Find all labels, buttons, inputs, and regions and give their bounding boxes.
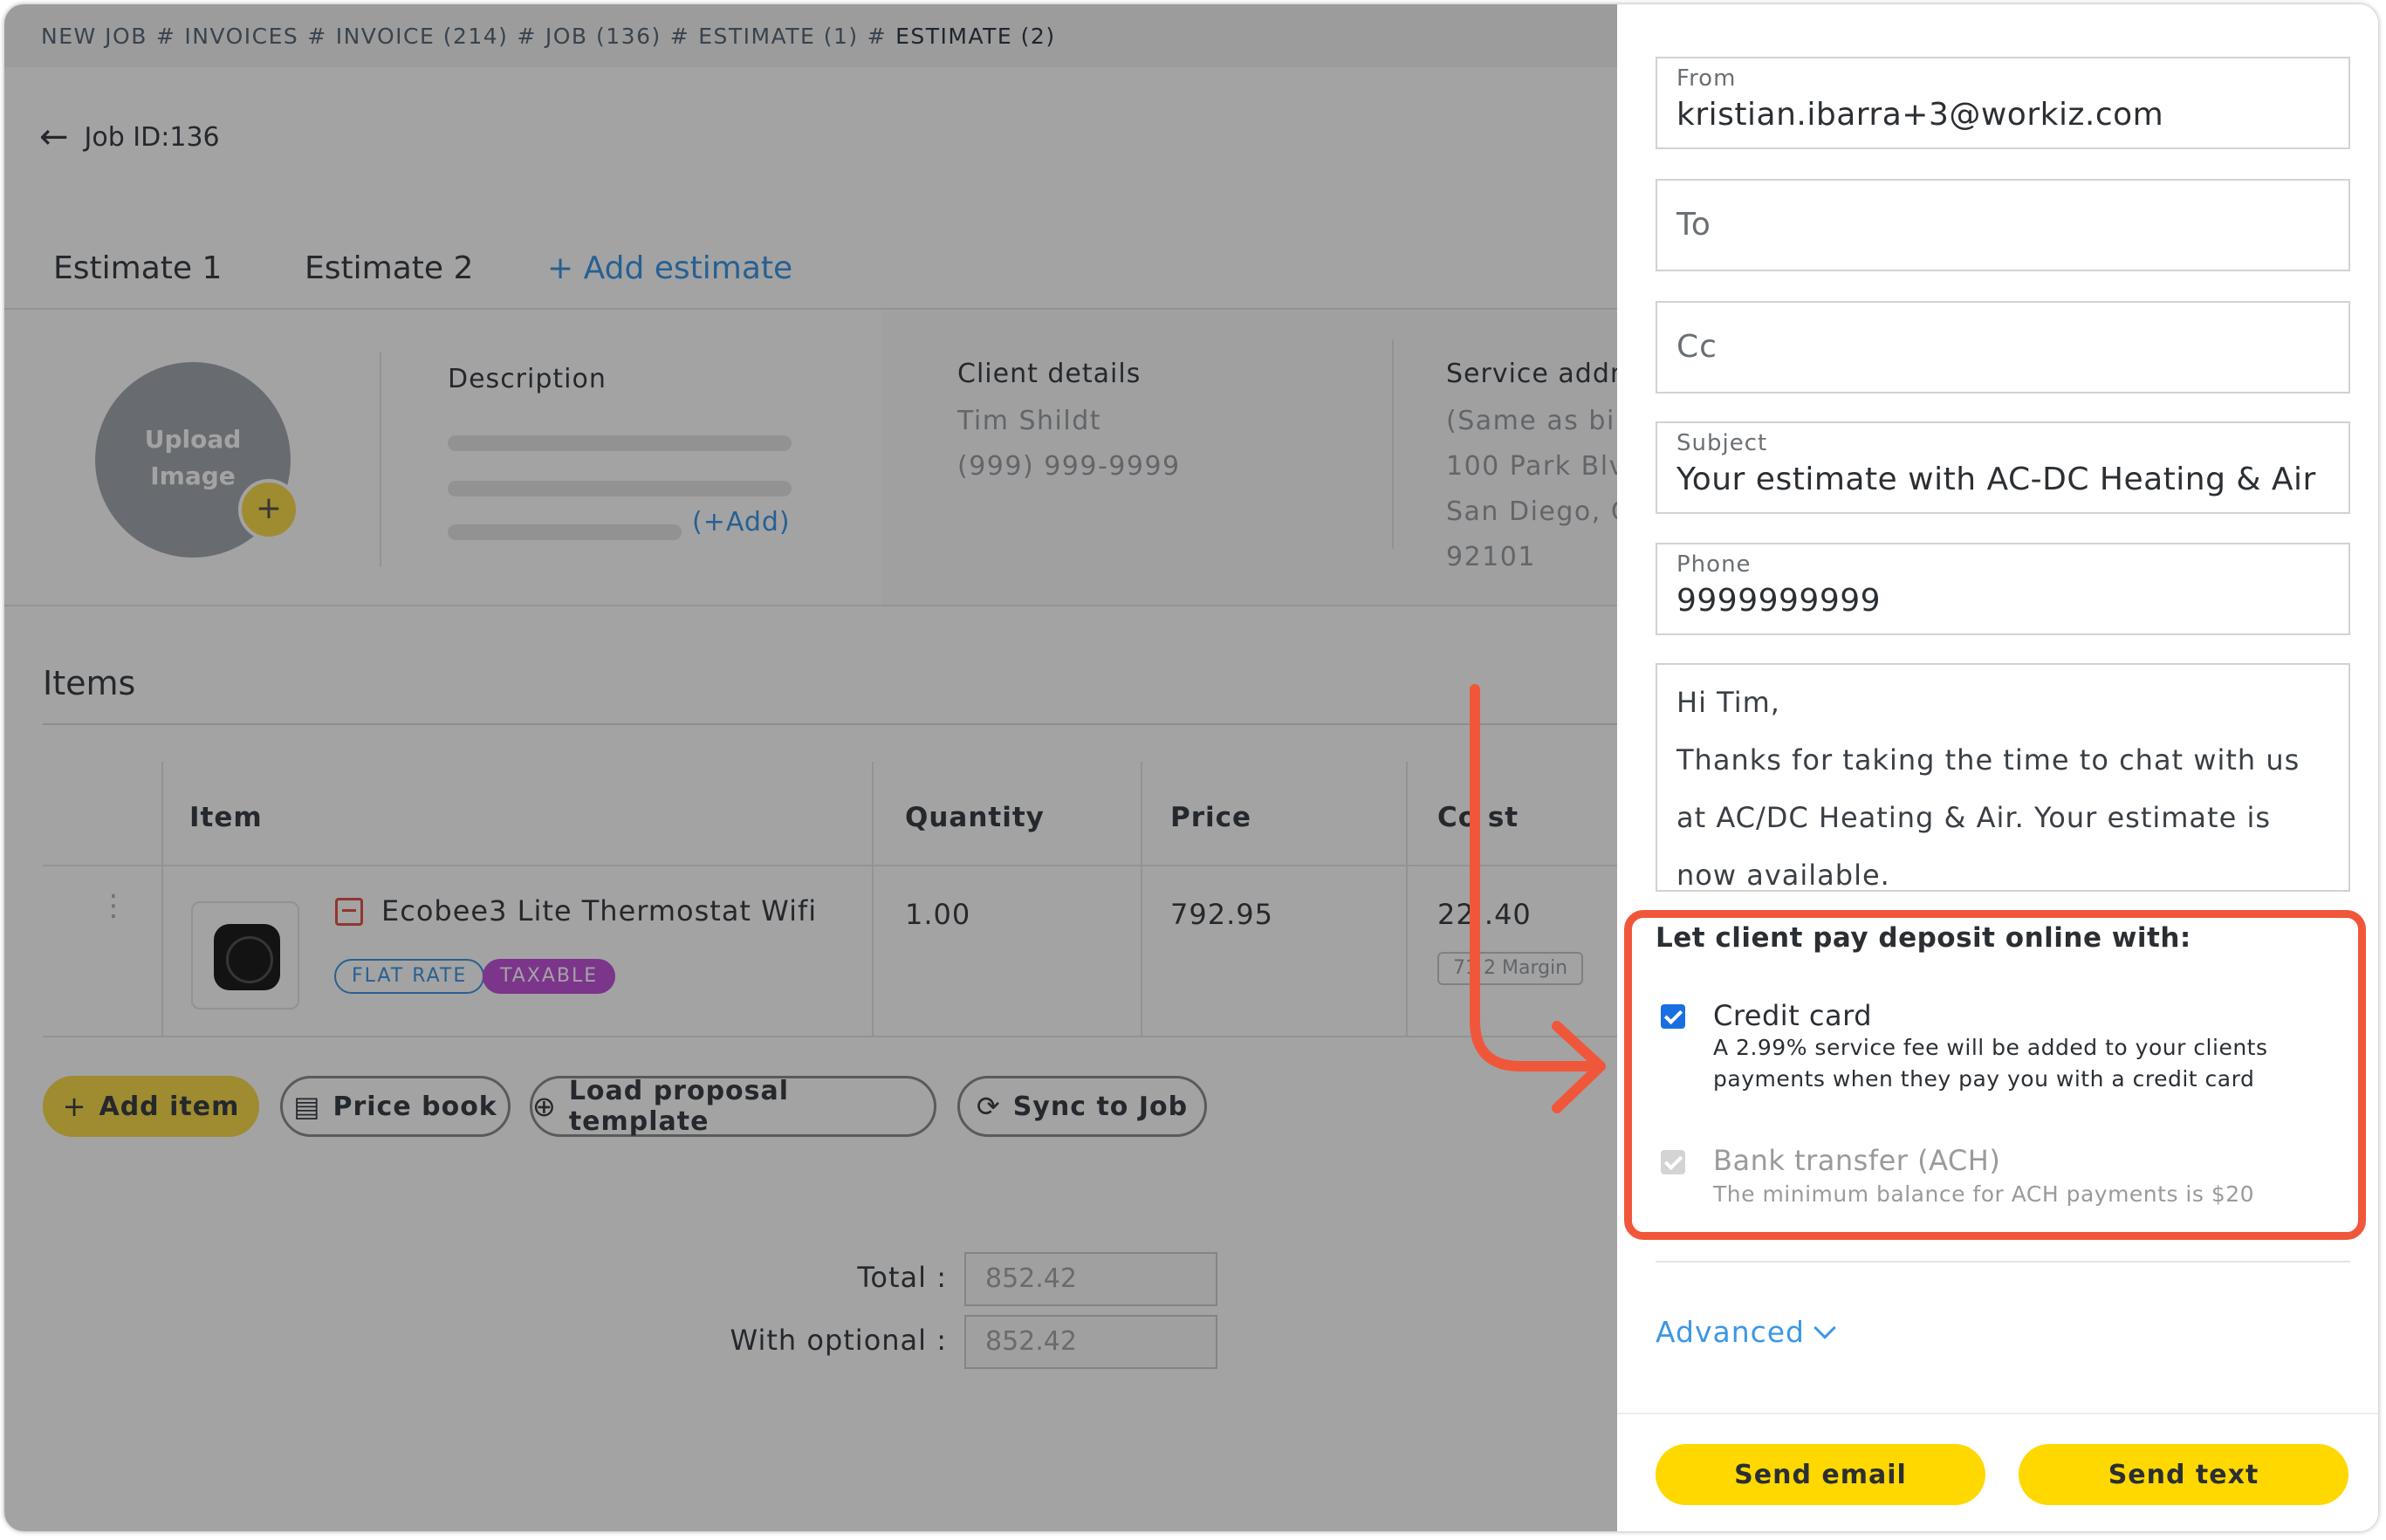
phone-field[interactable]: Phone 9999999999 bbox=[1656, 543, 2350, 635]
to-placeholder: To bbox=[1676, 207, 1711, 243]
message-greeting: Hi Tim, bbox=[1676, 686, 1780, 719]
ach-label: Bank transfer (ACH) bbox=[1713, 1144, 2001, 1177]
to-field[interactable]: To bbox=[1656, 179, 2350, 271]
from-label: From bbox=[1676, 65, 1737, 92]
credit-card-checkbox[interactable] bbox=[1661, 1004, 1685, 1029]
ach-description: The minimum balance for ACH payments is … bbox=[1713, 1181, 2255, 1207]
credit-card-description: A 2.99% service fee will be added to you… bbox=[1713, 1035, 2268, 1092]
modal-backdrop[interactable] bbox=[4, 4, 1617, 1531]
subject-field[interactable]: Subject Your estimate with AC-DC Heating… bbox=[1656, 421, 2350, 514]
panel-footer: Send email Send text bbox=[1617, 1413, 2378, 1531]
cc-placeholder: Cc bbox=[1676, 329, 1718, 365]
from-value: kristian.ibarra+3@workiz.com bbox=[1676, 97, 2164, 133]
app-frame: NEW JOB # INVOICES # INVOICE (214) # JOB (136)… bbox=[4, 4, 2378, 1531]
phone-label: Phone bbox=[1676, 551, 1752, 578]
chevron-down-icon bbox=[1813, 1316, 1836, 1339]
credit-card-label[interactable]: Credit card bbox=[1713, 999, 1872, 1032]
send-text-button[interactable]: Send text bbox=[2019, 1444, 2348, 1505]
advanced-toggle[interactable]: Advanced bbox=[1656, 1315, 1836, 1349]
from-field[interactable]: From kristian.ibarra+3@workiz.com bbox=[1656, 57, 2350, 149]
subject-label: Subject bbox=[1676, 430, 1768, 456]
send-estimate-panel: From kristian.ibarra+3@workiz.com To Cc … bbox=[1617, 4, 2378, 1531]
deposit-heading: Let client pay deposit online with: bbox=[1656, 922, 2191, 954]
send-email-button[interactable]: Send email bbox=[1656, 1444, 1985, 1505]
estimate-page: NEW JOB # INVOICES # INVOICE (214) # JOB (136)… bbox=[4, 4, 1617, 1531]
advanced-label: Advanced bbox=[1656, 1315, 1806, 1349]
phone-value: 9999999999 bbox=[1676, 583, 1882, 619]
subject-value: Your estimate with AC-DC Heating & Air bbox=[1676, 462, 2316, 497]
message-textarea[interactable]: Hi Tim, Thanks for taking the time to ch… bbox=[1656, 663, 2350, 892]
cc-field[interactable]: Cc bbox=[1656, 301, 2350, 394]
ach-checkbox bbox=[1661, 1150, 1685, 1174]
message-body: Thanks for taking the time to chat with … bbox=[1676, 743, 2300, 892]
divider bbox=[1656, 1261, 2350, 1263]
